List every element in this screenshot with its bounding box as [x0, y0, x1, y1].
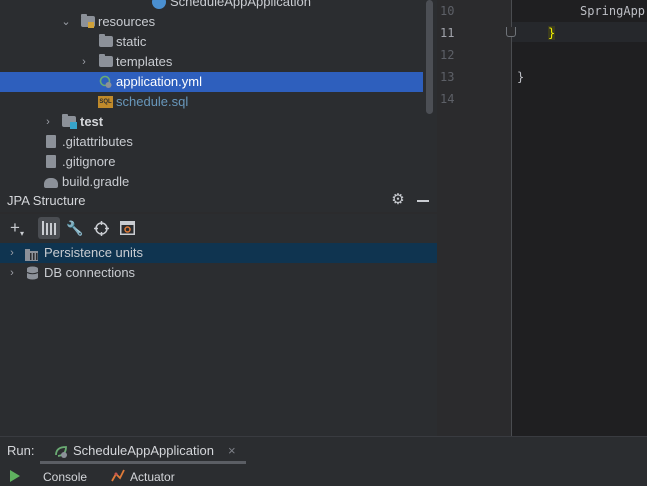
tree-item-label: test	[80, 114, 104, 129]
tree-item-label: .gitignore	[62, 154, 116, 169]
close-tab-icon[interactable]: ×	[228, 443, 236, 458]
tree-item-label: static	[116, 34, 147, 49]
project-scrollbar[interactable]	[426, 0, 433, 114]
wrench-icon[interactable]: 🔧	[64, 217, 86, 239]
tree-item-gitattributes[interactable]: .gitattributes	[0, 132, 423, 152]
yaml-file-icon	[99, 75, 113, 89]
tree-item-static[interactable]: static	[0, 32, 423, 52]
tree-item-test[interactable]: › test	[0, 112, 423, 132]
tree-item-schedule-app-application[interactable]: ScheduleAppApplication	[0, 0, 423, 12]
editor-gutter	[437, 0, 512, 436]
tree-item-label: .gitattributes	[62, 134, 133, 149]
chevron-right-icon[interactable]: ›	[6, 243, 18, 263]
chevron-down-icon[interactable]: ⌄	[60, 12, 72, 32]
project-tree: ScheduleAppApplication ⌄ resources stati…	[0, 0, 437, 190]
jpa-toolbar: +▾ 🔧	[0, 214, 437, 242]
sql-file-icon: SQL	[98, 96, 113, 108]
gutter-divider	[511, 0, 512, 436]
chevron-right-icon[interactable]: ›	[6, 263, 18, 283]
actuator-icon	[111, 469, 125, 485]
tree-item-templates[interactable]: › templates	[0, 52, 423, 72]
run-tool-window-bar: Run: ScheduleAppApplication ×	[0, 436, 647, 465]
gear-icon[interactable]: ⚙	[390, 192, 406, 208]
line-number: 14	[440, 92, 455, 106]
text-file-icon	[46, 135, 56, 148]
tree-item-label: resources	[98, 14, 156, 29]
code-line-brace-highlight: }	[548, 26, 556, 40]
ignore-file-icon	[46, 155, 56, 168]
minimize-icon[interactable]	[417, 200, 429, 202]
jpa-structure-title: JPA Structure	[7, 193, 86, 208]
test-badge-icon	[70, 122, 77, 129]
tree-item-label: ScheduleAppApplication	[170, 0, 311, 9]
database-icon	[26, 266, 40, 280]
folder-icon	[99, 34, 113, 47]
resources-badge-icon	[88, 22, 94, 28]
tree-item-label: schedule.sql	[116, 94, 189, 109]
tree-item-application-yml[interactable]: application.yml	[0, 72, 423, 92]
gradle-icon	[44, 178, 58, 188]
current-line-highlight	[512, 22, 647, 42]
jpa-item-label: DB connections	[44, 265, 136, 280]
jpa-item-label: Persistence units	[44, 245, 143, 260]
jpa-tree: › Persistence units › DB connections	[0, 242, 437, 436]
jpa-item-persistence-units[interactable]: › Persistence units	[0, 243, 437, 263]
line-number: 13	[440, 70, 455, 84]
tree-item-schedule-sql[interactable]: SQL schedule.sql	[0, 92, 423, 112]
tree-item-gitignore[interactable]: .gitignore	[0, 152, 423, 172]
run-label: Run:	[7, 443, 35, 458]
run-toolbar: Console Actuator	[0, 464, 647, 486]
jpa-structure-header: JPA Structure ⚙	[0, 190, 437, 212]
target-icon[interactable]	[90, 217, 112, 239]
line-number: 10	[440, 4, 455, 18]
tree-item-label: templates	[116, 54, 173, 69]
line-number: 12	[440, 48, 455, 62]
chevron-right-icon[interactable]: ›	[78, 52, 90, 72]
code-line: }	[517, 70, 525, 84]
folder-icon	[99, 54, 113, 67]
group-view-icon[interactable]	[38, 217, 60, 239]
jpa-item-db-connections[interactable]: › DB connections	[0, 263, 437, 283]
code-editor[interactable]	[512, 0, 647, 436]
tree-item-label: build.gradle	[62, 174, 130, 189]
add-icon[interactable]: +▾	[6, 217, 28, 239]
fold-marker-icon[interactable]	[506, 27, 516, 37]
spring-class-icon	[152, 0, 166, 9]
code-line: SpringApp	[580, 4, 646, 18]
tree-item-build-gradle[interactable]: build.gradle	[0, 172, 423, 190]
tree-item-label: application.yml	[116, 74, 202, 89]
spring-run-icon	[54, 445, 69, 462]
tree-item-resources[interactable]: ⌄ resources	[0, 12, 423, 32]
run-config-tab[interactable]: ScheduleAppApplication	[73, 443, 214, 458]
tab-console[interactable]: Console	[43, 470, 87, 484]
persistence-units-icon	[25, 247, 39, 261]
chevron-right-icon[interactable]: ›	[42, 112, 54, 132]
run-play-icon[interactable]	[10, 470, 20, 482]
line-number-current: 11	[440, 26, 455, 40]
preview-icon[interactable]	[116, 217, 138, 239]
tab-actuator[interactable]: Actuator	[130, 470, 175, 484]
